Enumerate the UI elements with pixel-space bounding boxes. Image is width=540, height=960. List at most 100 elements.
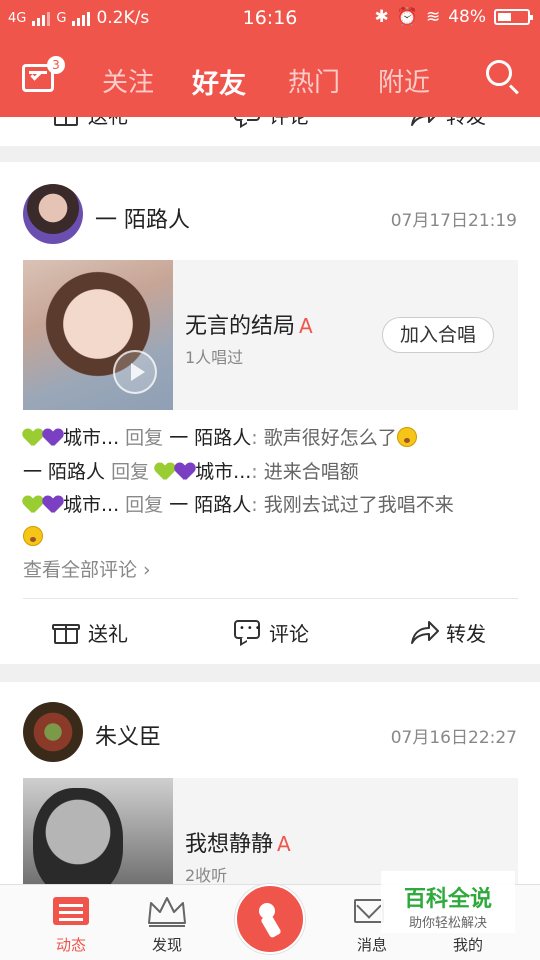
see-all-comments-link[interactable]: 查看全部评论 › <box>23 555 151 582</box>
avatar[interactable] <box>23 702 83 762</box>
wifi-icon: ≋ <box>425 7 441 27</box>
song-cover[interactable] <box>23 260 173 410</box>
microphone-icon <box>259 903 281 938</box>
top-bar: 4G G 0.2K/s 16:16 ✱ ⏰ ≋ 48% 3 关注 好友 热门 附… <box>0 0 540 117</box>
reply-label: 回复 <box>111 461 150 483</box>
green-heart-icon <box>23 496 43 514</box>
nav-feed[interactable]: 动态 <box>17 885 125 960</box>
nav-me-label: 我的 <box>452 936 483 954</box>
gift-label: 送礼 <box>88 117 128 129</box>
gift-icon <box>52 117 80 127</box>
gift-label: 送礼 <box>88 621 128 646</box>
song-sub: 2收听 <box>185 866 228 884</box>
nav-discover-label: 发现 <box>151 936 182 954</box>
watermark-subtitle: 助你轻松解决 <box>408 916 487 931</box>
bluetooth-icon: ✱ <box>374 7 389 27</box>
comment-text: 进来合唱额 <box>263 461 359 483</box>
feed[interactable]: 送礼 ••• 评论 转发 一 陌路人 07月17日21:19 无言的结局A 1人… <box>0 117 540 884</box>
share-label: 转发 <box>446 621 486 646</box>
feed-icon <box>53 897 89 925</box>
green-heart-icon <box>155 463 175 481</box>
comment-from[interactable]: 城市... <box>63 427 119 449</box>
watermark-logo: 百科全说 助你轻松解决 <box>381 871 515 933</box>
comment-text: 我刚去试过了我唱不来 <box>263 494 454 516</box>
share-label: 转发 <box>446 117 486 129</box>
song-title[interactable]: 我想静静 A <box>185 826 291 858</box>
post-datetime: 07月17日21:19 <box>390 211 517 231</box>
comment-colon: : <box>251 461 258 483</box>
comment-item[interactable]: 城市... 回复 一 陌路人: 歌声很好怎么了 <box>23 422 523 454</box>
comment-icon: ••• <box>233 619 261 647</box>
song-cover[interactable] <box>23 778 173 884</box>
comment-text: 歌声很好怎么了 <box>263 427 397 449</box>
search-button[interactable] <box>484 58 520 95</box>
comment-to[interactable]: 城市... <box>195 461 251 483</box>
purple-heart-icon <box>175 463 195 481</box>
action-bar: 送礼 ••• 评论 转发 <box>0 599 540 665</box>
post-username[interactable]: 朱义臣 <box>95 719 161 751</box>
purple-heart-icon <box>43 429 63 447</box>
nav-bar: 3 关注 好友 热门 附近 <box>0 40 540 117</box>
post-username[interactable]: 一 陌路人 <box>95 202 190 234</box>
checkin-button[interactable]: 3 <box>22 56 65 92</box>
cover-photo <box>33 788 123 884</box>
gift-icon <box>52 619 80 645</box>
tab-follow[interactable]: 关注 <box>102 62 154 99</box>
post-card: 朱义臣 07月16日22:27 我想静静 A 2收听 <box>0 682 540 884</box>
search-icon <box>486 60 512 86</box>
record-button[interactable] <box>235 884 305 954</box>
comment-colon: : <box>251 494 258 516</box>
comment-item[interactable]: 一 陌路人 回复 城市...: 进来合唱额 <box>23 456 523 488</box>
comment-to[interactable]: 一 陌路人 <box>169 427 251 449</box>
post-datetime: 07月16日22:27 <box>390 728 517 748</box>
tab-friends[interactable]: 好友 <box>192 62 246 101</box>
share-icon <box>410 117 438 127</box>
mail-icon <box>354 899 384 923</box>
previous-card: 送礼 ••• 评论 转发 <box>0 117 540 146</box>
gift-button[interactable]: 送礼 <box>52 117 128 147</box>
search-icon-handle <box>508 84 519 95</box>
action-bar: 送礼 ••• 评论 转发 <box>0 117 540 147</box>
grade-badge: A <box>299 314 313 338</box>
share-button[interactable]: 转发 <box>410 117 486 147</box>
comment-to[interactable]: 一 陌路人 <box>169 494 251 516</box>
song-sub: 1人唱过 <box>185 348 244 367</box>
grade-badge: A <box>277 832 291 856</box>
song-title[interactable]: 无言的结局 A <box>185 308 313 340</box>
green-heart-icon <box>23 429 43 447</box>
alarm-icon: ⏰ <box>396 7 418 27</box>
comment-from[interactable]: 一 陌路人 <box>23 461 105 483</box>
comment-item[interactable]: 城市... 回复 一 陌路人: 我刚去试过了我唱不来 <box>23 489 523 553</box>
status-right: ✱ ⏰ ≋ 48% <box>374 7 533 27</box>
nav-feed-label: 动态 <box>55 936 86 954</box>
join-chorus-button[interactable]: 加入合唱 <box>382 317 494 353</box>
nav-discover[interactable]: 发现 <box>113 885 221 960</box>
battery-icon <box>494 9 533 25</box>
share-button[interactable]: 转发 <box>410 599 486 665</box>
comment-button[interactable]: ••• 评论 <box>233 117 309 147</box>
comment-label: 评论 <box>269 117 309 129</box>
tab-nearby[interactable]: 附近 <box>378 62 430 99</box>
battery-fill <box>498 13 511 21</box>
notification-badge: 3 <box>47 56 65 74</box>
watermark-title: 百科全说 <box>403 887 492 912</box>
comment-label: 评论 <box>269 621 309 646</box>
play-icon[interactable] <box>113 350 157 394</box>
reply-label: 回复 <box>125 494 164 516</box>
share-icon <box>410 619 439 645</box>
gift-button[interactable]: 送礼 <box>52 599 128 665</box>
comment-from[interactable]: 城市... <box>63 494 119 516</box>
comment-icon: ••• <box>233 117 261 129</box>
battery-percent: 48% <box>448 7 486 27</box>
song-box[interactable]: 我想静静 A 2收听 <box>23 778 518 884</box>
avatar[interactable] <box>23 184 83 244</box>
grin-emoji-icon <box>23 526 43 546</box>
tab-hot[interactable]: 热门 <box>288 62 340 99</box>
nav-messages-label: 消息 <box>356 936 387 954</box>
post-card: 一 陌路人 07月17日21:19 无言的结局 A 1人唱过 加入合唱 城市...… <box>0 162 540 664</box>
comment-colon: : <box>251 427 258 449</box>
reply-label: 回复 <box>125 427 164 449</box>
song-box[interactable]: 无言的结局 A 1人唱过 加入合唱 <box>23 260 518 410</box>
comment-button[interactable]: ••• 评论 <box>233 599 309 665</box>
surprised-emoji-icon <box>396 427 417 447</box>
